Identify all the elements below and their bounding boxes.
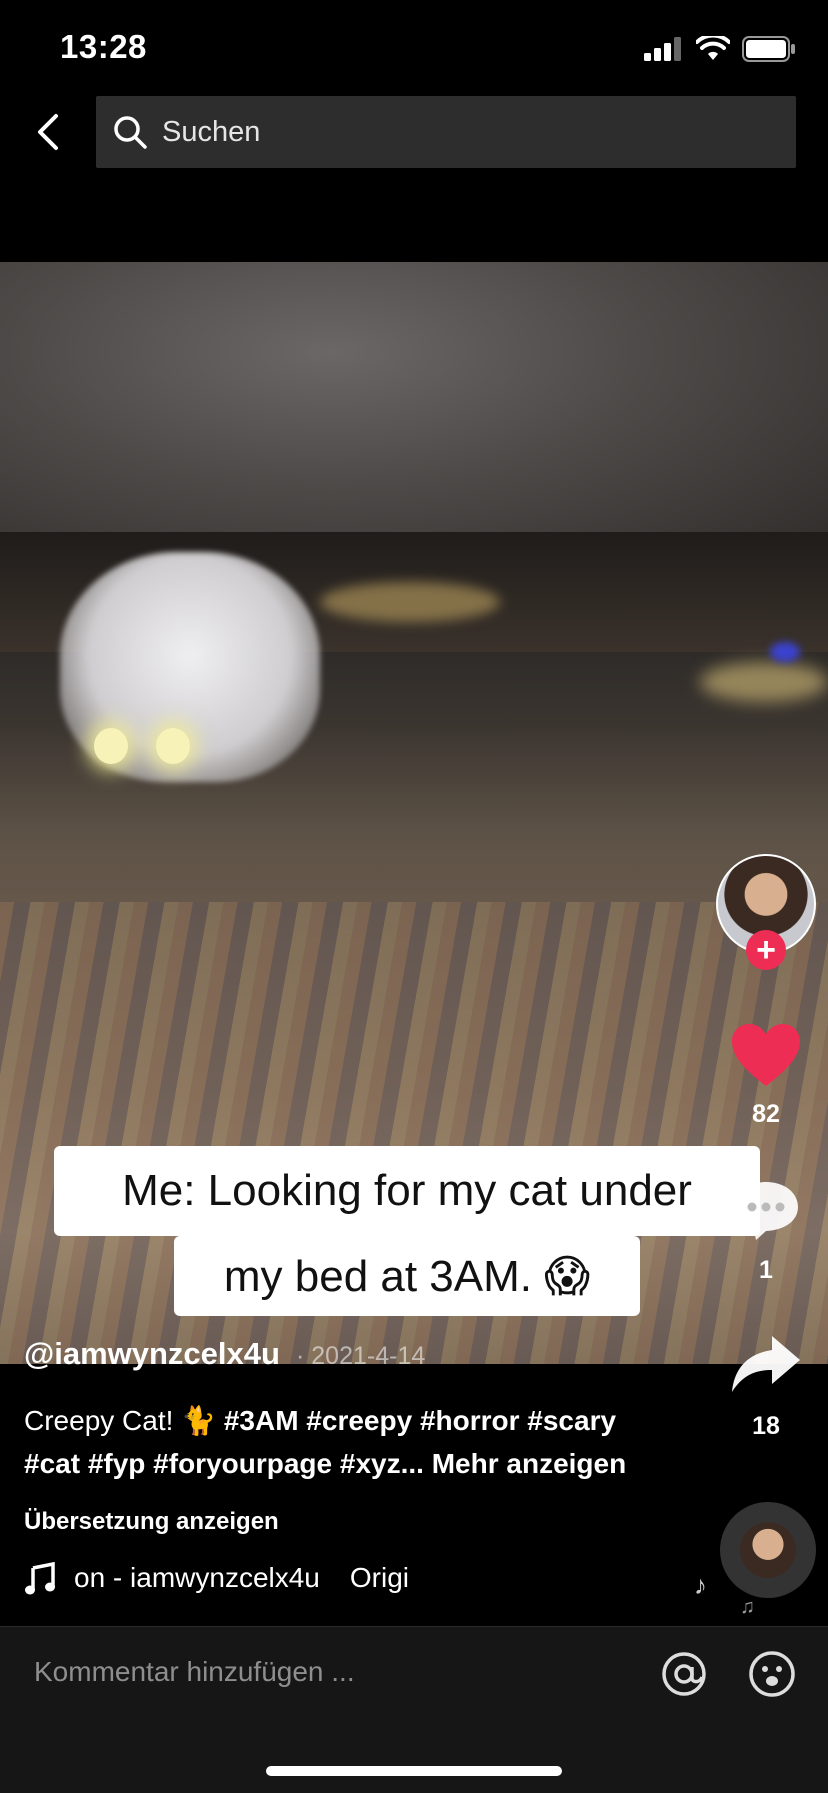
comment-count: 1: [759, 1256, 773, 1284]
share-icon[interactable]: [730, 1334, 802, 1396]
wifi-icon: [696, 36, 730, 60]
status-time: 13:28: [60, 28, 147, 65]
video-caption-line-1: Me: Looking for my cat under: [54, 1146, 760, 1236]
cat-eye-left: [94, 728, 128, 764]
creator-username[interactable]: @iamwynzcelx4u: [24, 1336, 280, 1372]
status-icons: [644, 36, 796, 62]
follow-button[interactable]: +: [746, 930, 786, 970]
back-button[interactable]: [28, 110, 68, 154]
battery-icon: [742, 36, 795, 62]
music-track-title: on - iamwynzcelx4u: [74, 1562, 320, 1593]
cat-eye-right: [156, 728, 190, 764]
search-icon: [114, 116, 147, 149]
show-more-link[interactable]: Mehr anzeigen: [424, 1448, 627, 1479]
heart-icon[interactable]: [730, 1022, 802, 1088]
search-input[interactable]: Suchen: [96, 96, 796, 168]
signal-icon: [644, 37, 681, 61]
home-indicator: [266, 1766, 562, 1776]
share-count: 18: [752, 1412, 780, 1440]
like-count: 82: [752, 1100, 780, 1128]
description-line-2: #cat #fyp #foryourpage #xyz... Mehr anze…: [24, 1448, 626, 1480]
emoji-icon[interactable]: [748, 1650, 796, 1698]
back-icon: [38, 114, 58, 150]
music-track-original: Origi: [349, 1562, 409, 1593]
show-translation-link[interactable]: Übersetzung anzeigen: [24, 1508, 279, 1536]
music-disc[interactable]: [720, 1502, 816, 1598]
description-text: Creepy Cat! 🐈: [24, 1405, 224, 1436]
description-line-1: Creepy Cat! 🐈 #3AM #creepy #horror #scar…: [24, 1404, 616, 1437]
music-disc-avatar: [740, 1522, 796, 1578]
floating-note-icon: ♪: [694, 1570, 707, 1600]
hashtags-line-2[interactable]: #cat #fyp #foryourpage #xyz...: [24, 1448, 424, 1479]
hashtags-line-1[interactable]: #3AM #creepy #horror #scary: [224, 1405, 616, 1436]
comment-icon[interactable]: [730, 1178, 802, 1242]
search-placeholder: Suchen: [162, 115, 261, 148]
video-caption-line-2: my bed at 3AM. 😱: [174, 1236, 640, 1316]
comment-input[interactable]: Kommentar hinzufügen ...: [34, 1656, 355, 1688]
mention-icon[interactable]: [660, 1650, 708, 1698]
music-note-icon: [25, 1562, 55, 1595]
music-track[interactable]: on - iamwynzcelx4u Origi: [74, 1562, 440, 1594]
post-date: · 2021-4-14: [296, 1342, 426, 1370]
floating-note-icon-small: ♫: [740, 1596, 755, 1618]
